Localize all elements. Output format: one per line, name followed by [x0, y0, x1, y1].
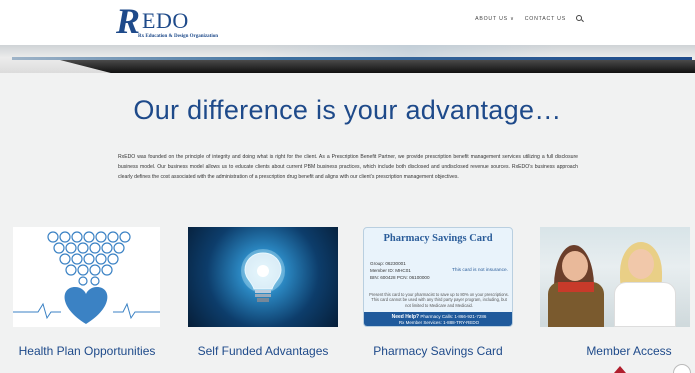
self-funded-image[interactable]: [188, 227, 338, 327]
location-marker-icon: [614, 366, 626, 373]
banner-highlight: [260, 45, 560, 57]
pharmacy-card-help-bar: Need Help? Pharmacy Calls: 1-866-921-728…: [364, 312, 512, 326]
intro-paragraph: RxEDO was founded on the principle of in…: [118, 154, 578, 180]
logo-text: EDO: [142, 8, 189, 33]
banner-shadow: [60, 60, 695, 73]
lightbulb-icon: [241, 249, 285, 302]
pharmacy-card-bin: BIN: 600428 PCN: 06100000: [370, 275, 430, 280]
main-nav: ABOUT US ∨ CONTACT US: [475, 15, 583, 22]
card-title-self-funded[interactable]: Self Funded Advantages: [188, 344, 338, 358]
scarf: [558, 282, 594, 292]
pharmacy-card-heading: Pharmacy Savings Card: [383, 233, 493, 244]
page-title: Our difference is your advantage…: [133, 95, 562, 125]
pharmacy-card-notice: This card is not insurance.: [452, 268, 508, 273]
people-network-icon: [47, 231, 131, 286]
logo-tagline: Rx Education & Design Organization: [138, 34, 219, 39]
logo-mark: R: [116, 1, 141, 41]
card-title-health-plan[interactable]: Health Plan Opportunities: [12, 344, 162, 358]
nav-contact-us[interactable]: CONTACT US: [525, 16, 566, 22]
pharmacist-coat: [614, 282, 676, 327]
heart-icon: [13, 287, 160, 324]
pharmacy-card-member-services: Rx Member Services: 1-888-TRY-REDO: [398, 320, 480, 325]
banner-stripe: [12, 57, 692, 60]
site-header: R EDO Rx Education & Design Organization…: [0, 0, 695, 45]
pharmacy-card-ids: Group: 06230001 Member ID: MHC01 BIN: 60…: [370, 260, 430, 281]
health-plan-image[interactable]: [13, 227, 160, 327]
pharmacy-card-calls: Pharmacy Calls: 1-866-921-7286: [420, 314, 487, 319]
logo[interactable]: R EDO Rx Education & Design Organization: [116, 1, 256, 44]
pharmacy-card-member: Member ID: MHC01: [370, 268, 411, 273]
member-access-image[interactable]: [540, 227, 690, 327]
person-face-right: [628, 249, 654, 279]
search-icon[interactable]: [576, 15, 583, 22]
person-face-left: [562, 251, 588, 281]
hero-banner: [0, 45, 695, 73]
scroll-to-top-button[interactable]: [673, 364, 691, 373]
pharmacy-card-group: Group: 06230001: [370, 261, 406, 266]
nav-about-us[interactable]: ABOUT US ∨: [475, 16, 515, 22]
pharmacy-card-body: Present this card to your pharmacist to …: [369, 292, 509, 308]
pharmacy-card-image[interactable]: Pharmacy Savings Card Group: 06230001 Me…: [363, 227, 513, 327]
card-title-member-access[interactable]: Member Access: [540, 344, 695, 358]
card-title-pharmacy[interactable]: Pharmacy Savings Card: [363, 344, 513, 358]
